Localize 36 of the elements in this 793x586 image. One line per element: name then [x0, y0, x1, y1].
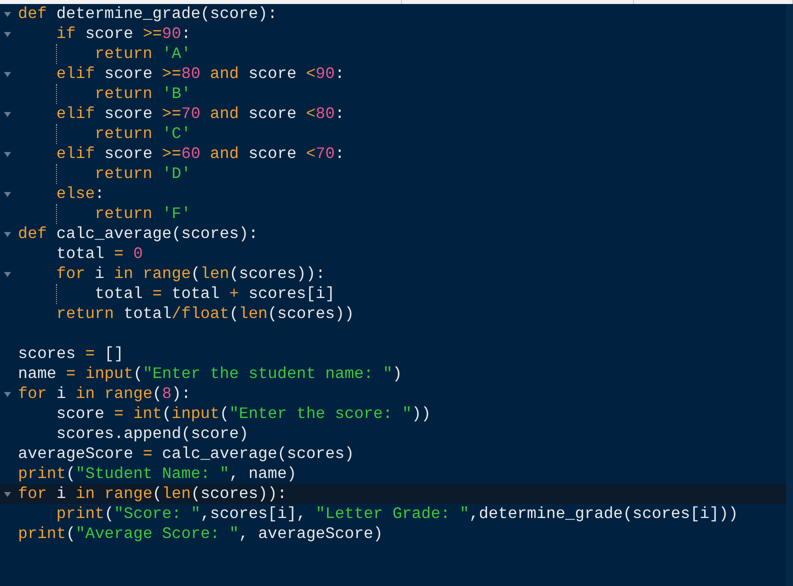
code-line: name = input("Enter the student name: "): [18, 364, 402, 384]
code-line: for i in range(len(scores)):: [56, 264, 326, 284]
code-line: scores = []: [18, 344, 124, 364]
code-line: def calc_average(scores):: [18, 224, 258, 244]
code-line: scores.append(score): [56, 424, 248, 444]
code-line: return 'A': [94, 44, 191, 64]
fold-icon[interactable]: [4, 272, 11, 276]
code-line: return total/float(len(scores)): [56, 304, 354, 324]
code-line: print("Average Score: ", averageScore): [18, 524, 383, 544]
fold-icon[interactable]: [4, 232, 11, 236]
fold-icon[interactable]: [4, 112, 11, 116]
code-line: return 'C': [94, 124, 191, 144]
code-line: total = total + scores[i]: [94, 284, 335, 304]
fold-icon[interactable]: [4, 392, 11, 396]
code-line: def determine_grade(score):: [18, 4, 278, 24]
code-line: elif score >=80 and score <90:: [56, 64, 344, 84]
code-line: else:: [56, 184, 104, 204]
code-line: return 'F': [94, 204, 191, 224]
code-line: elif score >=70 and score <80:: [56, 104, 344, 124]
fold-icon[interactable]: [4, 152, 11, 156]
code-line: averageScore = calc_average(scores): [18, 444, 354, 464]
fold-icon[interactable]: [4, 32, 11, 36]
fold-icon[interactable]: [4, 492, 11, 496]
code-line: if score >=90:: [56, 24, 191, 44]
code-line: total = 0: [56, 244, 143, 264]
code-line: score = int(input("Enter the score: ")): [56, 404, 431, 424]
code-line: for i in range(8):: [18, 384, 191, 404]
code-line: print("Score: ",scores[i], "Letter Grade: ",determine_grade(scores[i])): [56, 504, 738, 524]
code-line: return 'D': [94, 164, 191, 184]
fold-icon[interactable]: [4, 192, 11, 196]
fold-icon[interactable]: [4, 72, 11, 76]
code-line: for i in range(len(scores)):: [18, 484, 287, 504]
code-line: return 'B': [94, 84, 191, 104]
fold-icon[interactable]: [4, 12, 11, 16]
code-line: print("Student Name: ", name): [18, 464, 296, 484]
code-line: elif score >=60 and score <70:: [56, 144, 344, 164]
